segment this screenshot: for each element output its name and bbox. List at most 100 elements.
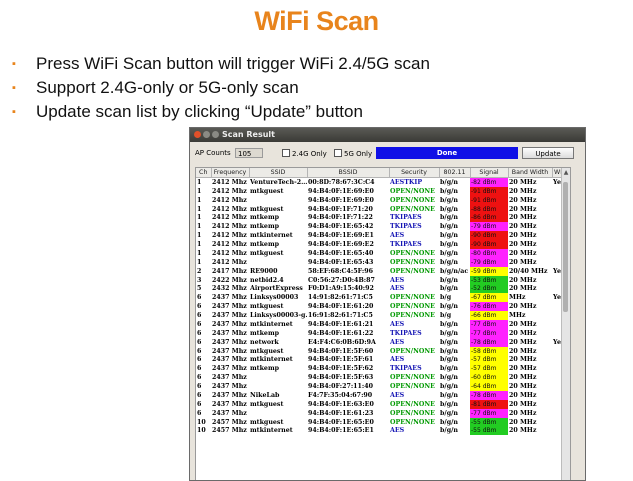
signal-cell: -77 dBm (470, 408, 508, 418)
scrollbar-thumb[interactable] (563, 182, 568, 312)
security-cell: TKIPAES (390, 329, 422, 337)
bssid-cell: 94:B4:0F:1F:71:22 (308, 214, 373, 222)
bandwidth-cell: 20 MHz (509, 241, 537, 249)
table-row[interactable]: 1 2412 Mhz mtkemp 94:B4:0F:1F:71:22 TKIPAES b… (196, 213, 570, 223)
table-row[interactable]: 6 2437 Mhz Linksys00003-g… 16:91:82:61:71:C… (196, 311, 570, 320)
column-header[interactable]: Ch (196, 168, 212, 178)
maximize-icon[interactable] (212, 131, 219, 138)
table-row[interactable]: 1 2412 Mhz 94:B4:0F:1E:69:E0 OPEN/NONE b/g/n… (196, 195, 570, 205)
security-cell: OPEN/NONE (390, 383, 435, 391)
signal-cell: -90 dBm (470, 231, 508, 241)
ap-counts-value: 105 (235, 148, 263, 158)
table-row[interactable]: 1 2412 Mhz mtkguest 94:B4:0F:1F:71:20 OPEN/N… (196, 204, 570, 214)
channel-cell: 6 (197, 329, 202, 337)
signal-cell: -76 dBm (470, 302, 508, 312)
table-row[interactable]: 6 2437 Mhz 94:B4:0F:1E:5F:63 OPEN/NONE b/g/n… (196, 373, 570, 383)
minimize-icon[interactable] (203, 131, 210, 138)
channel-cell: 1 (197, 258, 202, 266)
standard-cell: b/g/n (440, 178, 458, 186)
only-24g-checkbox[interactable]: 2.4G Only (282, 149, 327, 158)
table-row[interactable]: 10 2457 Mhz mtkguest 94:B4:0F:1E:65:E0 OPEN/… (196, 417, 570, 427)
column-header[interactable]: Security (389, 168, 440, 178)
bandwidth-cell: 20 MHz (509, 205, 537, 213)
bssid-cell: F4:7F:35:04:67:90 (308, 391, 373, 399)
bullet-text: Support 2.4G-only or 5G-only scan (36, 78, 299, 97)
column-header[interactable]: 802.11 (439, 168, 471, 178)
bandwidth-cell: 20 MHz (509, 418, 537, 426)
table-row[interactable]: 6 2437 Mhz mtkemp 94:B4:0F:1E:5F:62 TKIPAES b… (196, 364, 570, 374)
checkbox-icon[interactable] (334, 149, 342, 157)
bssid-cell: 94:B4:0F:1E:5F:62 (308, 365, 374, 373)
security-cell: OPEN/NONE (390, 267, 435, 275)
bandwidth-cell: 20 MHz (509, 409, 537, 417)
bandwidth-cell: 20/40 MHz (509, 267, 548, 275)
signal-cell: -77 dBm (470, 320, 508, 329)
standard-cell: b/g/n (440, 303, 458, 311)
signal-cell: -86 dBm (470, 213, 508, 223)
scan-table-container[interactable]: Ch Frequency SSID BSSID Security 802.11 … (195, 167, 571, 480)
bandwidth-cell: 20 MHz (509, 214, 537, 222)
table-row[interactable]: 6 2437 Mhz mtkguest 94:B4:0F:1E:63:E0 OPEN/N… (196, 399, 570, 409)
table-row[interactable]: 6 2437 Mhz mtkemp 94:B4:0F:1E:61:22 TKIPAES b… (196, 328, 570, 338)
table-row[interactable]: 6 2437 Mhz NikeLab F4:7F:35:04:67:90 AES b/g/… (196, 391, 570, 400)
bandwidth-cell: 20 MHz (509, 223, 537, 231)
table-row[interactable]: 10 2457 Mhz mtkinternet 94:B4:0F:1E:65:E1 AE… (196, 426, 570, 436)
security-cell: OPEN/NONE (390, 400, 435, 408)
table-row[interactable]: 1 2412 Mhz 94:B4:0F:1E:65:43 OPEN/NONE b/g/n… (196, 257, 570, 267)
bssid-cell: 94:B4:0F:1E:5F:60 (308, 347, 374, 355)
bandwidth-cell: 20 MHz (509, 276, 537, 284)
only-5g-checkbox[interactable]: 5G Only (334, 149, 372, 158)
channel-cell: 10 (197, 418, 206, 426)
table-row[interactable]: 6 2437 Mhz mtkguest 94:B4:0F:1E:61:20 OPEN/N… (196, 302, 570, 312)
column-header[interactable]: SSID (249, 168, 308, 178)
security-cell: OPEN/NONE (390, 374, 435, 382)
ssid-cell (249, 373, 307, 382)
table-row[interactable]: 1 2412 Mhz mtkguest 94:B4:0F:1E:65:40 OPEN/N… (196, 249, 570, 258)
frequency-cell: 2412 Mhz (212, 187, 247, 195)
table-row[interactable]: 1 2412 Mhz mtkguest 94:B4:0F:1E:69:E0 OPEN/N… (196, 186, 570, 196)
window-titlebar[interactable]: Scan Result (190, 128, 585, 142)
standard-cell: b/g/n (440, 427, 458, 435)
channel-cell: 1 (197, 178, 202, 186)
table-row[interactable]: 6 2437 Mhz mtkguest 94:B4:0F:1E:5F:60 OPEN/N… (196, 346, 570, 356)
security-cell: OPEN/NONE (390, 303, 435, 311)
table-row[interactable]: 2 2417 Mhz RE9000 58:EF:68:C4:5F:96 OPEN/NON… (196, 266, 570, 276)
table-row[interactable]: 6 2437 Mhz 94:B4:0F:1E:61:23 OPEN/NONE b/g/n… (196, 408, 570, 418)
bullet-text: Update scan list by clicking “Update” bu… (36, 102, 363, 121)
channel-cell: 6 (197, 303, 202, 311)
standard-cell: b/g/n (440, 338, 458, 346)
table-row[interactable]: 1 2412 Mhz VentureTech-2… 00:8D:78:67:3C:C4… (196, 177, 570, 187)
standard-cell: b/g (440, 312, 452, 320)
bandwidth-cell: 20 MHz (509, 374, 537, 382)
table-row[interactable]: 1 2412 Mhz mtkemp 94:B4:0F:1E:69:E2 TKIPAES b… (196, 240, 570, 249)
table-row[interactable]: 1 2412 Mhz mtkemp 94:B4:0F:1E:65:42 TKIPAES b… (196, 222, 570, 232)
security-cell: OPEN/NONE (390, 312, 435, 320)
scroll-up-icon[interactable]: ▲ (563, 170, 569, 176)
table-row[interactable]: 5 2432 Mhz AirportExpress F0:D1:A9:15:40:92… (196, 284, 570, 294)
standard-cell: b/g/n (440, 347, 458, 355)
frequency-cell: 2437 Mhz (212, 312, 247, 320)
table-row[interactable]: 6 2437 Mhz Linksys00003 14:91:82:61:71:C5 OP… (196, 293, 570, 303)
update-button[interactable]: Update (522, 147, 574, 159)
bssid-cell: 94:B4:0F:1E:65:42 (308, 223, 374, 231)
column-header[interactable]: Frequency (211, 168, 250, 178)
table-row[interactable]: 3 2422 Mhz netbid2.4 C0:56:27:D0:4B:87 AES b/… (196, 275, 570, 285)
bandwidth-cell: 20 MHz (509, 329, 537, 337)
table-row[interactable]: 1 2412 Mhz mtkinternet 94:B4:0F:1E:69:E1 AES… (196, 231, 570, 241)
window-title: Scan Result (222, 130, 275, 139)
table-row[interactable]: 6 2437 Mhz mtkinternet 94:B4:0F:1E:61:21 AES… (196, 320, 570, 329)
column-header[interactable]: Band Width (508, 168, 553, 178)
table-row[interactable]: 6 2437 Mhz 94:B4:0F:27:11:40 OPEN/NONE b/g/n… (196, 382, 570, 391)
checkbox-icon[interactable] (282, 149, 290, 157)
ssid-cell: mtkemp (250, 214, 280, 222)
vertical-scrollbar[interactable]: ▲ (561, 168, 570, 480)
channel-cell: 6 (197, 347, 202, 355)
table-row[interactable]: 6 2437 Mhz mtkinternet 94:B4:0F:1E:5F:61 AES… (196, 355, 570, 365)
table-row[interactable]: 6 2437 Mhz network E4:F4:C6:0B:6D:9A AES b/g/… (196, 337, 570, 347)
column-header[interactable]: BSSID (307, 168, 390, 178)
bssid-cell: 94:B4:0F:1E:63:E0 (308, 400, 374, 408)
close-icon[interactable] (194, 131, 201, 138)
signal-cell: -78 dBm (470, 337, 508, 347)
scan-toolbar: AP Counts 105 2.4G Only 5G Only Done Upd… (190, 147, 585, 161)
column-header[interactable]: Signal (470, 168, 509, 178)
